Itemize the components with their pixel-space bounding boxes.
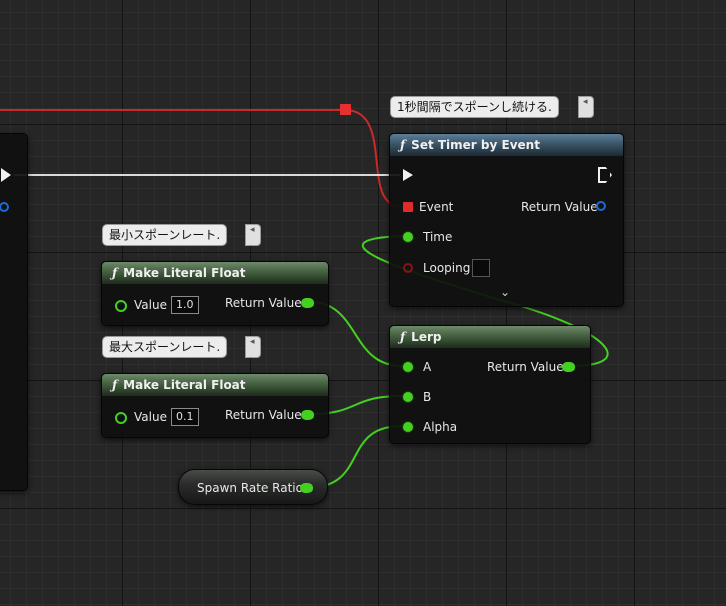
a-pin[interactable] xyxy=(403,362,413,372)
a-label: A xyxy=(423,360,432,374)
make-literal-float-max-node[interactable]: ƒ Make Literal Float Value 0.1 Return Val… xyxy=(101,373,329,438)
event-label: Event xyxy=(419,200,454,214)
variable-out-pin[interactable] xyxy=(300,483,313,493)
value-pin[interactable] xyxy=(115,412,127,424)
delegate-out-pin-icon[interactable] xyxy=(0,202,9,212)
function-icon: ƒ xyxy=(112,378,118,392)
event-pin[interactable] xyxy=(403,202,413,212)
function-icon: ƒ xyxy=(400,138,406,152)
exec-out-pin-icon[interactable] xyxy=(598,167,612,183)
exec-out-pin-icon[interactable] xyxy=(1,168,11,182)
lerp-header: ƒ Lerp xyxy=(390,326,590,348)
value-pin[interactable] xyxy=(115,300,127,312)
function-icon: ƒ xyxy=(400,330,406,344)
value-label: Value xyxy=(134,410,167,424)
return-value-pin[interactable] xyxy=(301,298,314,308)
offscreen-node[interactable] xyxy=(0,133,28,491)
literal-max-header: ƒ Make Literal Float xyxy=(102,374,328,396)
set-timer-header: ƒ Set Timer by Event xyxy=(390,134,623,156)
value-label: Value xyxy=(134,298,167,312)
value-input[interactable]: 1.0 xyxy=(171,296,199,314)
node-title: Make Literal Float xyxy=(123,378,246,392)
chevron-down-icon[interactable]: ⌄ xyxy=(500,285,510,299)
spawn-rate-ratio-variable-node[interactable]: Spawn Rate Ratio xyxy=(178,469,328,505)
comment-max-rate[interactable]: 最大スポーンレート. xyxy=(102,336,228,358)
node-title: Lerp xyxy=(411,330,442,344)
alpha-label: Alpha xyxy=(423,420,458,434)
variable-label: Spawn Rate Ratio xyxy=(197,481,303,495)
return-value-label: Return Value xyxy=(487,360,564,374)
return-value-label: Return Value xyxy=(225,408,302,422)
return-value-pin[interactable] xyxy=(596,201,606,211)
time-pin[interactable] xyxy=(403,232,413,242)
looping-label: Looping xyxy=(423,261,471,275)
comment-min-rate[interactable]: 最小スポーンレート. xyxy=(102,224,228,246)
return-value-label: Return Value xyxy=(521,200,598,214)
lerp-node[interactable]: ƒ Lerp A Return Value B Alpha xyxy=(389,325,591,444)
node-title: Set Timer by Event xyxy=(411,138,540,152)
pin-icon[interactable]: ◂ xyxy=(250,226,255,235)
return-value-pin[interactable] xyxy=(562,362,575,372)
node-title: Make Literal Float xyxy=(123,266,246,280)
delegate-reroute-knot xyxy=(340,104,351,115)
make-literal-float-min-node[interactable]: ƒ Make Literal Float Value 1.0 Return Val… xyxy=(101,261,329,326)
literal-min-header: ƒ Make Literal Float xyxy=(102,262,328,284)
pin-icon[interactable]: ◂ xyxy=(250,338,255,347)
looping-checkbox[interactable] xyxy=(472,259,490,277)
return-value-pin[interactable] xyxy=(301,410,314,420)
time-label: Time xyxy=(423,230,453,244)
comment-timer[interactable]: 1秒間隔でスポーンし続ける. xyxy=(390,96,559,118)
function-icon: ƒ xyxy=(112,266,118,280)
return-value-label: Return Value xyxy=(225,296,302,310)
looping-pin[interactable] xyxy=(403,263,413,273)
value-input[interactable]: 0.1 xyxy=(171,408,199,426)
exec-in-pin-icon[interactable] xyxy=(403,169,413,181)
b-pin[interactable] xyxy=(403,392,413,402)
pin-icon[interactable]: ◂ xyxy=(583,98,588,107)
alpha-pin[interactable] xyxy=(403,422,413,432)
set-timer-node[interactable]: ƒ Set Timer by Event Event Return Value T… xyxy=(389,133,624,307)
b-label: B xyxy=(423,390,432,404)
